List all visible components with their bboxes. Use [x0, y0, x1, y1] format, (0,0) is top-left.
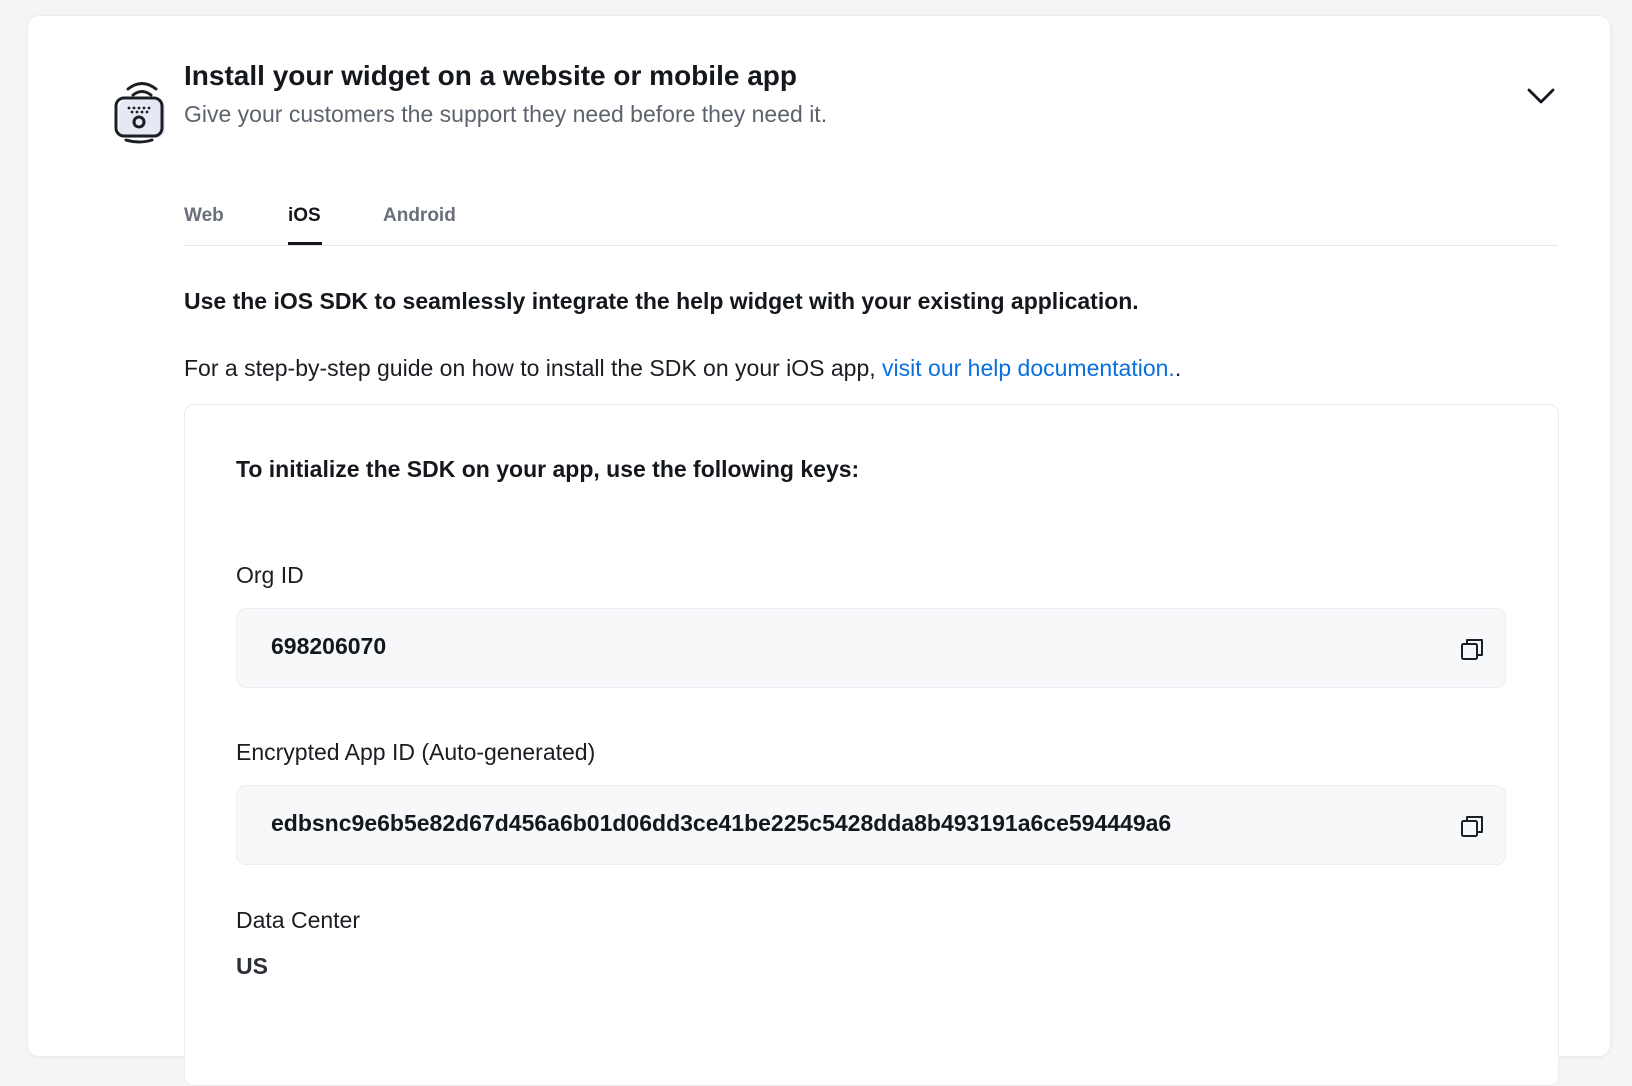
keys-heading: To initialize the SDK on your app, use t… — [236, 456, 860, 482]
widget-install-icon — [114, 82, 165, 144]
active-tab-indicator — [288, 242, 322, 245]
platform-tabs: Web iOS Android — [184, 199, 1558, 246]
app-id-field: edbsnc9e6b5e82d67d456a6b01d06dd3ce41be22… — [236, 785, 1506, 865]
app-id-value[interactable]: edbsnc9e6b5e82d67d456a6b01d06dd3ce41be22… — [271, 810, 1171, 837]
page-title: Install your widget on a website or mobi… — [184, 60, 797, 91]
org-id-value[interactable]: 698206070 — [271, 633, 386, 660]
help-documentation-link[interactable]: visit our help documentation. — [882, 355, 1175, 381]
page-subtitle: Give your customers the support they nee… — [184, 101, 828, 127]
data-center-label: Data Center — [236, 907, 361, 933]
copy-org-id-icon[interactable] — [1459, 636, 1485, 662]
tab-web[interactable]: Web — [184, 205, 224, 227]
ios-sdk-intro: Use the iOS SDK to seamlessly integrate … — [184, 288, 1139, 314]
guide-prefix: For a step-by-step guide on how to insta… — [184, 355, 883, 381]
data-center-value: US — [236, 953, 268, 979]
tab-ios[interactable]: iOS — [288, 205, 321, 227]
guide-suffix: . — [1174, 355, 1182, 381]
sdk-keys-panel: To initialize the SDK on your app, use t… — [184, 404, 1559, 1086]
install-widget-card: Install your widget on a website or mobi… — [27, 15, 1611, 1086]
copy-app-id-icon[interactable] — [1459, 813, 1485, 839]
org-id-label: Org ID — [236, 562, 304, 588]
app-id-label: Encrypted App ID (Auto-generated) — [236, 739, 596, 765]
help-guide-text: For a step-by-step guide on how to insta… — [184, 355, 1181, 382]
chevron-down-icon[interactable] — [1526, 85, 1556, 107]
tab-android[interactable]: Android — [383, 205, 456, 227]
org-id-field: 698206070 — [236, 608, 1506, 688]
